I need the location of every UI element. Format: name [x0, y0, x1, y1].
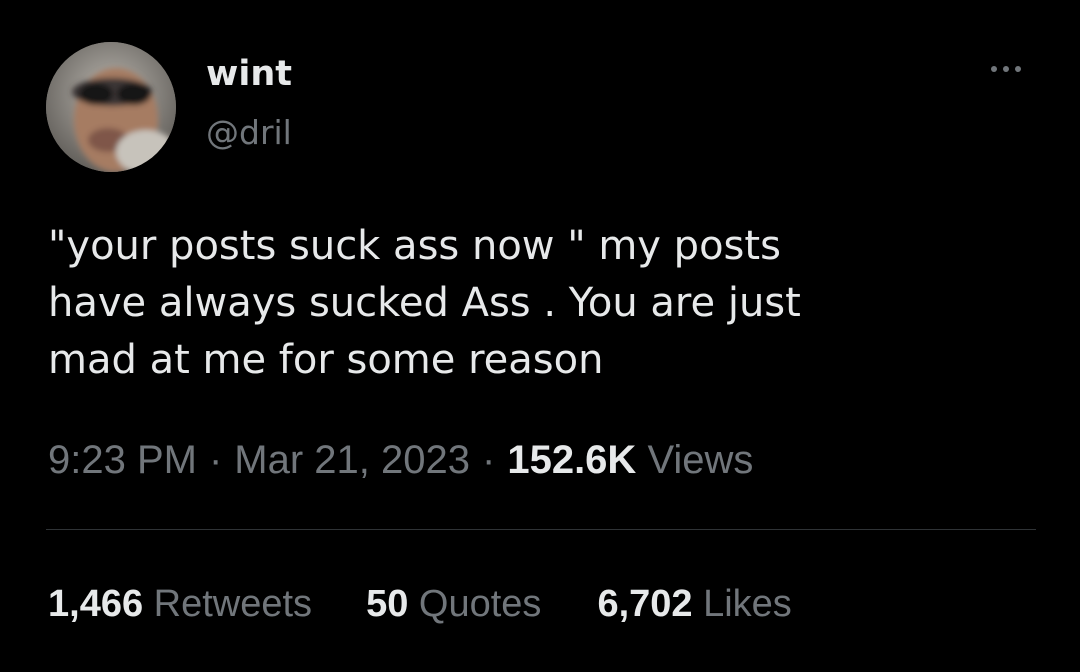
author-display-name[interactable]: wint [206, 52, 292, 96]
quotes-label: Quotes [418, 583, 542, 625]
likes-label: Likes [703, 583, 792, 625]
views-label: Views [647, 438, 754, 482]
retweets-stat[interactable]: 1,466 Retweets [48, 578, 312, 630]
engagement-stats: 1,466 Retweets 50 Quotes 6,702 Likes [48, 578, 792, 630]
retweets-count: 1,466 [48, 583, 144, 625]
divider [46, 529, 1036, 530]
more-options-button[interactable] [984, 56, 1028, 82]
tweet-text-line: "your posts suck ass now " my posts [48, 223, 781, 269]
tweet-text: "your posts suck ass now " my posts have… [48, 218, 1048, 389]
author-handle[interactable]: @dril [206, 112, 292, 154]
tweet-text-line: mad at me for some reason [48, 337, 604, 383]
tweet-date[interactable]: Mar 21, 2023 [234, 438, 470, 482]
tweet-detail: wint @dril "your posts suck ass now " my… [0, 0, 1080, 672]
tweet-text-line: have always sucked Ass . You are just [48, 280, 801, 326]
tweet-time[interactable]: 9:23 PM [48, 438, 197, 482]
tweet-metadata: 9:23 PM · Mar 21, 2023 · 152.6K Views [48, 434, 753, 486]
meta-separator: · [482, 438, 496, 482]
quotes-count: 50 [366, 583, 409, 625]
quotes-stat[interactable]: 50 Quotes [366, 578, 541, 630]
avatar-image [46, 42, 176, 172]
meta-separator: · [208, 438, 223, 482]
avatar[interactable] [46, 42, 176, 172]
likes-count: 6,702 [597, 583, 693, 625]
retweets-label: Retweets [153, 583, 313, 625]
views-count: 152.6K [507, 438, 637, 482]
more-horizontal-icon [991, 66, 1021, 72]
likes-stat[interactable]: 6,702 Likes [597, 578, 791, 630]
